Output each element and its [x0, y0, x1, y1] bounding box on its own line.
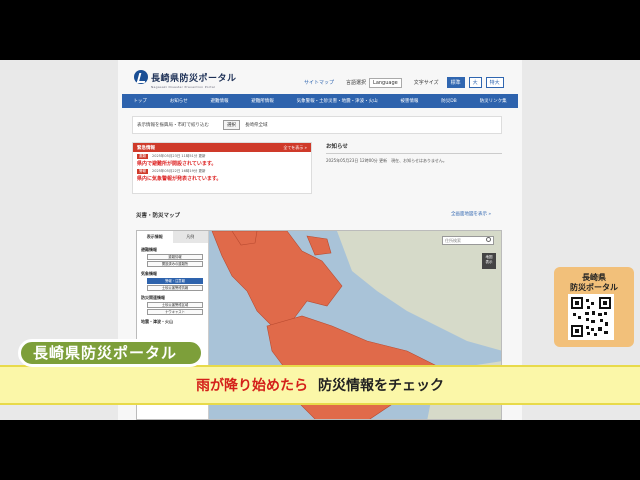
alert-time: 2025年05月23日 11時51分 更新	[152, 154, 206, 158]
alert-item[interactable]: 避難 2025年05月23日 11時51分 更新 県内で避難所が開設されています…	[133, 152, 311, 167]
filter-label: 表示情報を振興局・市町で絞り込む	[137, 123, 209, 128]
layer-section-title: 防災関連情報	[141, 295, 165, 300]
nav-db[interactable]: 防災DB	[441, 98, 457, 104]
alert-tag: 避難	[137, 154, 148, 159]
header-utilities: サイトマップ 言語選択 Language 文字サイズ 標準 大 特大	[304, 77, 504, 88]
caption-bar: 雨が降り始めたら 防災情報をチェック	[0, 365, 640, 405]
font-size-label: 文字サイズ	[413, 80, 439, 86]
language-label: 言語選択	[346, 80, 367, 86]
map-title: 災害・防災マップ	[136, 213, 181, 219]
font-size-standard-button[interactable]: 標準	[446, 77, 465, 88]
layer-warnings-button[interactable]: 警報・注意報	[147, 278, 203, 284]
alert-text: 県内に気象警報が発表されています。	[137, 176, 222, 182]
layer-shelters-button[interactable]: 開設済みの避難所	[147, 261, 203, 267]
logo-subtitle: Nagasaki Disaster Prevention Portal	[151, 85, 216, 89]
emergency-header: 緊急情報 全てを表示 »	[133, 143, 311, 152]
nav-damage[interactable]: 被害情報	[400, 98, 418, 104]
layer-landslide-info-button[interactable]: 土砂災害警戒情報	[147, 285, 203, 291]
qr-code	[568, 294, 614, 340]
nav-evacuation[interactable]: 避難情報	[210, 98, 228, 104]
layer-section-title: 避難情報	[141, 247, 157, 252]
emergency-panel: 緊急情報 全てを表示 » 避難 2025年05月23日 11時51分 更新 県内…	[132, 142, 312, 194]
main-nav: トップ お知らせ 避難情報 避難所情報 気象警報・土砂災害・地震・津波・火山 被…	[122, 94, 518, 108]
alert-item[interactable]: 警報 2025年05月22日 16時19分 更新 県内に気象警報が発表されていま…	[133, 167, 311, 182]
emergency-title: 緊急情報	[137, 145, 155, 151]
font-size-xlarge-button[interactable]: 特大	[485, 77, 504, 88]
nav-shelters[interactable]: 避難所情報	[251, 98, 274, 104]
language-select[interactable]: Language	[369, 77, 402, 88]
nav-notices[interactable]: お知らせ	[170, 98, 188, 104]
alert-tag: 警報	[137, 169, 148, 174]
font-size-large-button[interactable]: 大	[468, 77, 482, 88]
qr-title-line2: 防災ポータル	[570, 283, 618, 292]
notice-text: 2025年05月23日 12時00分 更新 現在、お知らせはありません。	[326, 158, 447, 163]
caption-emphasis: 雨が降り始めたら	[196, 378, 308, 394]
nav-weather[interactable]: 気象警報・土砂災害・地震・津波・火山	[297, 98, 378, 104]
layer-section-title: 地震・津波・火山	[141, 319, 173, 324]
tab-legend[interactable]: 凡例	[172, 231, 208, 243]
nav-top[interactable]: トップ	[133, 98, 147, 104]
region-filter: 表示情報を振興局・市町で絞り込む 選択 長崎県全域	[132, 116, 502, 134]
sitemap-link[interactable]: サイトマップ	[304, 79, 334, 86]
site-logo[interactable]: 長崎県防災ポータル	[134, 70, 237, 84]
layer-evacuation-button[interactable]: 避難情報	[147, 254, 203, 260]
fullscreen-map-link[interactable]: 全画面地図を表示 »	[451, 211, 491, 217]
region-select-button[interactable]: 選択	[223, 120, 240, 130]
logo-title: 長崎県防災ポータル	[151, 73, 237, 84]
qr-card: 長崎県 防災ポータル	[554, 267, 634, 347]
caption-main: 防災情報をチェック	[318, 378, 444, 394]
map-layer-button[interactable]: 地図 表示	[482, 253, 496, 269]
search-icon[interactable]	[486, 237, 491, 242]
tab-display-info[interactable]: 表示情報	[137, 231, 173, 243]
portal-name-tag: 長崎県防災ポータル	[18, 339, 204, 367]
emergency-show-all-link[interactable]: 全てを表示 »	[283, 145, 307, 151]
notice-panel: お知らせ 2025年05月23日 12時00分 更新 現在、お知らせはありません…	[326, 142, 502, 164]
portal-logo-icon	[134, 70, 148, 84]
layer-nowcast-button[interactable]: ナウキャスト	[147, 309, 203, 315]
current-region: 長崎県全域	[245, 123, 268, 128]
alert-time: 2025年05月22日 16時19分 更新	[152, 169, 206, 173]
qr-title-line1: 長崎県	[582, 273, 606, 282]
layer-landslide-zones-button[interactable]: 土砂災害警戒区域	[147, 302, 203, 308]
layer-section-title: 気象情報	[141, 271, 157, 276]
qr-code-icon	[571, 297, 611, 337]
notice-title: お知らせ	[326, 142, 502, 154]
alert-text: 県内で避難所が開設されています。	[137, 161, 217, 167]
nav-links[interactable]: 防災リンク集	[480, 98, 507, 104]
